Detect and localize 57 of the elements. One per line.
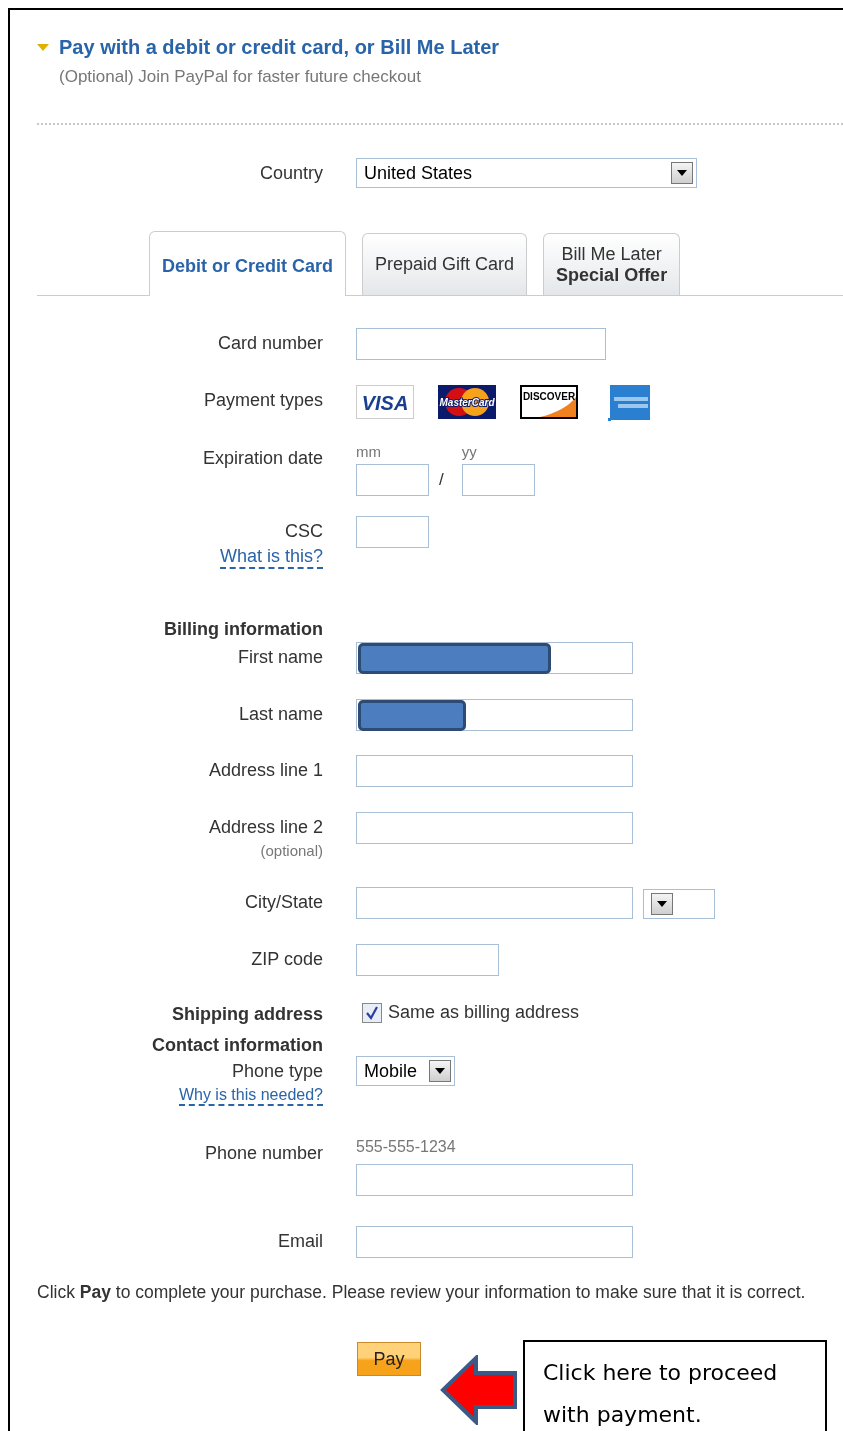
field-label: Payment types [203,389,323,411]
date-separator: / [439,470,444,491]
help-link[interactable]: Why is this needed? [178,1086,323,1106]
field-label: ZIP code [251,948,323,970]
field-label: Last name [238,703,323,725]
callout-box: Click here to proceed with payment. [523,1340,827,1431]
section-title[interactable]: Pay with a debit or credit card, or Bill Me Later [59,36,500,59]
phone-format-hint: 555-555-1234 [356,1138,456,1156]
address-field[interactable] [356,755,633,787]
address-field[interactable] [356,812,633,844]
field-label: First name [237,646,323,668]
help-link[interactable]: What is this? [219,546,323,569]
payment-tab[interactable]: Bill Me Later Special Offer [543,233,681,295]
email-field[interactable] [356,1226,633,1258]
payment-tab[interactable]: Prepaid Gift Card [362,233,528,295]
pay-button[interactable]: Pay [357,1342,421,1376]
card-number-field[interactable] [356,328,606,360]
instructions-text: Click Pay to complete your purchase. Please review your information to make sure that it is correct. [37,1281,807,1304]
card-logo: DISCOVER [520,385,578,419]
field-label: Country [259,162,323,184]
year-field[interactable] [461,464,535,496]
section-subtitle: (Optional) Join PayPal for faster future checkout [59,67,422,87]
caret-icon[interactable] [651,893,673,915]
payment-tab[interactable]: Debit or Credit Card [149,231,347,296]
field-label: City/State [244,891,323,913]
country-dropdown[interactable]: United States [356,158,697,188]
card-logo: VISA [356,385,414,419]
field-label: Phone number [204,1142,323,1164]
name-field[interactable] [356,642,633,674]
state-dropdown[interactable] [643,889,715,919]
field-label: CSC [285,520,323,542]
phone-field[interactable] [356,1164,633,1196]
field-label: Address line 2 [208,816,323,838]
section-heading: Contact information [152,1035,323,1056]
checkbox[interactable] [362,1002,382,1023]
field-label: Expiration date [202,447,323,469]
field-label: Email [278,1230,323,1252]
field-label: Card number [217,332,323,354]
phone-type-dropdown[interactable]: Mobile [356,1056,455,1086]
optional-note: (optional) [260,842,323,859]
zip-field[interactable] [356,944,499,976]
card-logo [608,385,650,421]
month-field[interactable] [356,464,429,496]
left-arrow-icon [440,1355,518,1425]
collapse-triangle-icon[interactable] [37,42,49,53]
caret-icon[interactable] [671,162,693,184]
name-field[interactable] [356,699,633,731]
section-heading: Billing information [164,619,323,640]
field-label: Address line 1 [208,759,323,781]
year-label: yy [461,443,477,460]
city-field[interactable] [356,887,633,919]
checkbox-label[interactable]: Same as billing address [388,1002,580,1023]
month-label: mm [356,443,381,460]
csc-field[interactable] [356,516,429,548]
caret-icon[interactable] [429,1060,451,1082]
section-heading: Shipping address [171,1004,323,1025]
field-label: Phone type [231,1060,323,1082]
